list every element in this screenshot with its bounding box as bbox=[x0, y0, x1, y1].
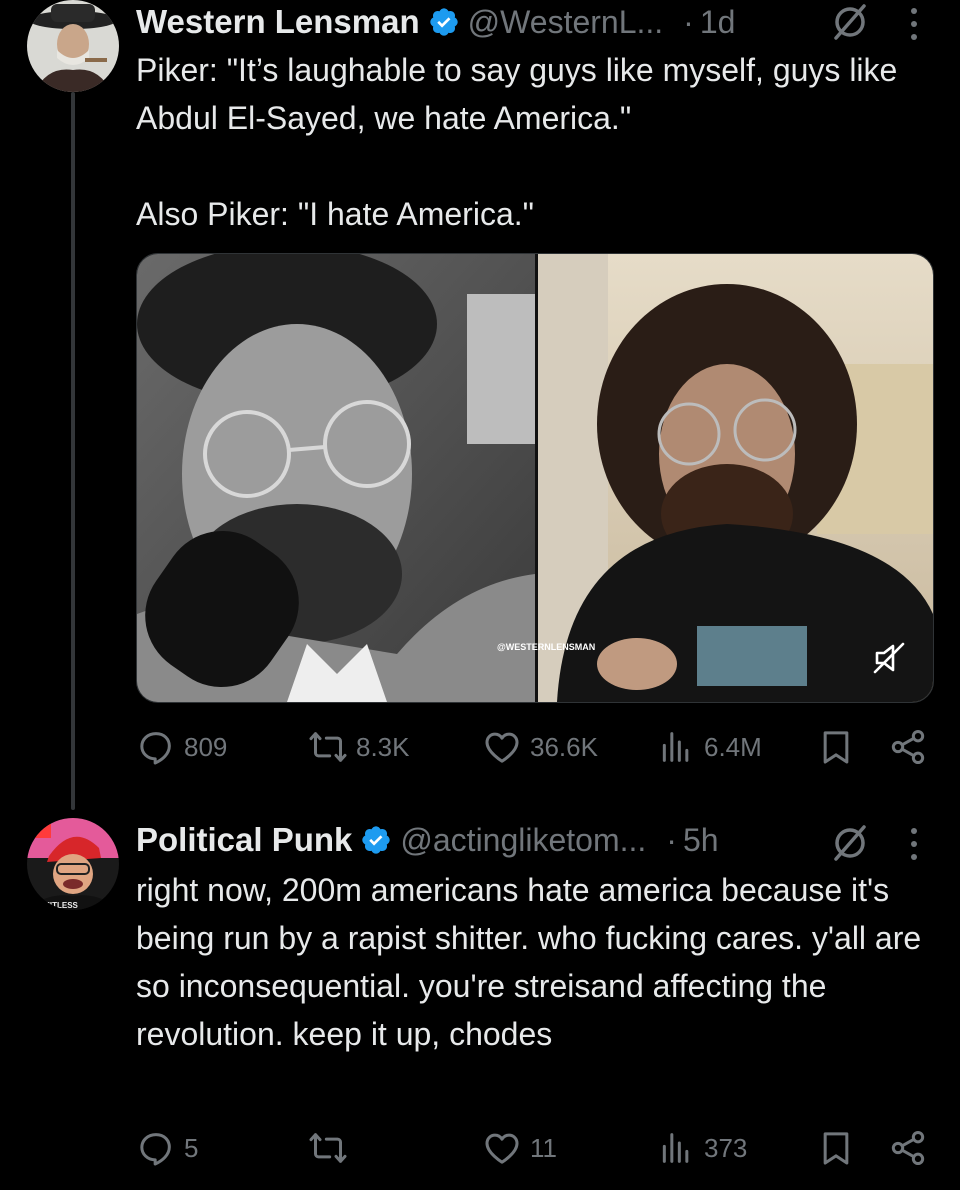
separator-dot: · bbox=[683, 3, 694, 40]
repost-button[interactable]: 8.3K bbox=[308, 727, 410, 767]
verified-badge-icon bbox=[360, 824, 392, 856]
views-button[interactable]: 373 bbox=[656, 1128, 747, 1168]
like-count: 36.6K bbox=[530, 731, 598, 762]
svg-text:IMITLESS: IMITLESS bbox=[41, 901, 79, 910]
bookmark-icon[interactable] bbox=[816, 1128, 856, 1168]
grok-icon[interactable] bbox=[830, 823, 870, 863]
tweet-text: right now, 200m americans hate america b… bbox=[136, 872, 931, 1052]
like-button[interactable]: 36.6K bbox=[482, 727, 598, 767]
reply-count: 5 bbox=[184, 1132, 199, 1163]
tweet-media-video[interactable]: @WESTERNLENSMAN bbox=[136, 253, 934, 703]
share-icon[interactable] bbox=[888, 1128, 928, 1168]
display-name[interactable]: Western Lensman bbox=[136, 3, 420, 41]
like-icon bbox=[485, 732, 519, 763]
views-count: 6.4M bbox=[704, 731, 762, 762]
tweet-text: Piker: "It’s laughable to say guys like … bbox=[136, 52, 898, 232]
avatar[interactable]: IMITLESS bbox=[27, 818, 119, 910]
reply-button[interactable]: 809 bbox=[136, 727, 227, 767]
reply-count: 809 bbox=[184, 731, 228, 762]
more-icon[interactable] bbox=[908, 826, 920, 862]
views-count: 373 bbox=[704, 1132, 748, 1163]
views-icon bbox=[662, 732, 689, 762]
handle[interactable]: @actingliketom... bbox=[400, 822, 646, 859]
verified-badge-icon bbox=[428, 6, 460, 38]
share-icon[interactable] bbox=[888, 727, 928, 767]
more-icon[interactable] bbox=[908, 6, 920, 42]
like-count: 11 bbox=[530, 1132, 557, 1163]
thread-connector-line bbox=[71, 92, 75, 810]
repost-button[interactable] bbox=[308, 1128, 356, 1168]
timestamp[interactable]: 5h bbox=[683, 822, 719, 859]
reply-icon bbox=[140, 1133, 171, 1166]
separator-dot: · bbox=[666, 821, 677, 858]
reply-button[interactable]: 5 bbox=[136, 1128, 198, 1168]
timestamp[interactable]: 1d bbox=[700, 4, 736, 41]
video-thumbnail: @WESTERNLENSMAN bbox=[137, 254, 933, 702]
views-icon bbox=[662, 1133, 689, 1163]
handle[interactable]: @WesternL... bbox=[468, 4, 664, 41]
repost-icon bbox=[309, 732, 347, 762]
tweet-header: Western Lensman @WesternL... · 1d bbox=[136, 0, 735, 44]
like-button[interactable]: 11 bbox=[482, 1128, 557, 1168]
like-icon bbox=[485, 1133, 519, 1164]
display-name[interactable]: Political Punk bbox=[136, 821, 352, 859]
reply-icon bbox=[140, 732, 171, 765]
bookmark-icon[interactable] bbox=[816, 727, 856, 767]
speaker-muted-icon[interactable] bbox=[871, 640, 907, 676]
grok-icon[interactable] bbox=[830, 2, 870, 42]
views-button[interactable]: 6.4M bbox=[656, 727, 762, 767]
avatar[interactable] bbox=[27, 0, 119, 92]
tweet-header: Political Punk @actingliketom... · 5h bbox=[136, 818, 719, 862]
svg-text:@WESTERNLENSMAN: @WESTERNLENSMAN bbox=[497, 642, 595, 652]
repost-count: 8.3K bbox=[356, 731, 410, 762]
repost-icon bbox=[309, 1133, 347, 1163]
